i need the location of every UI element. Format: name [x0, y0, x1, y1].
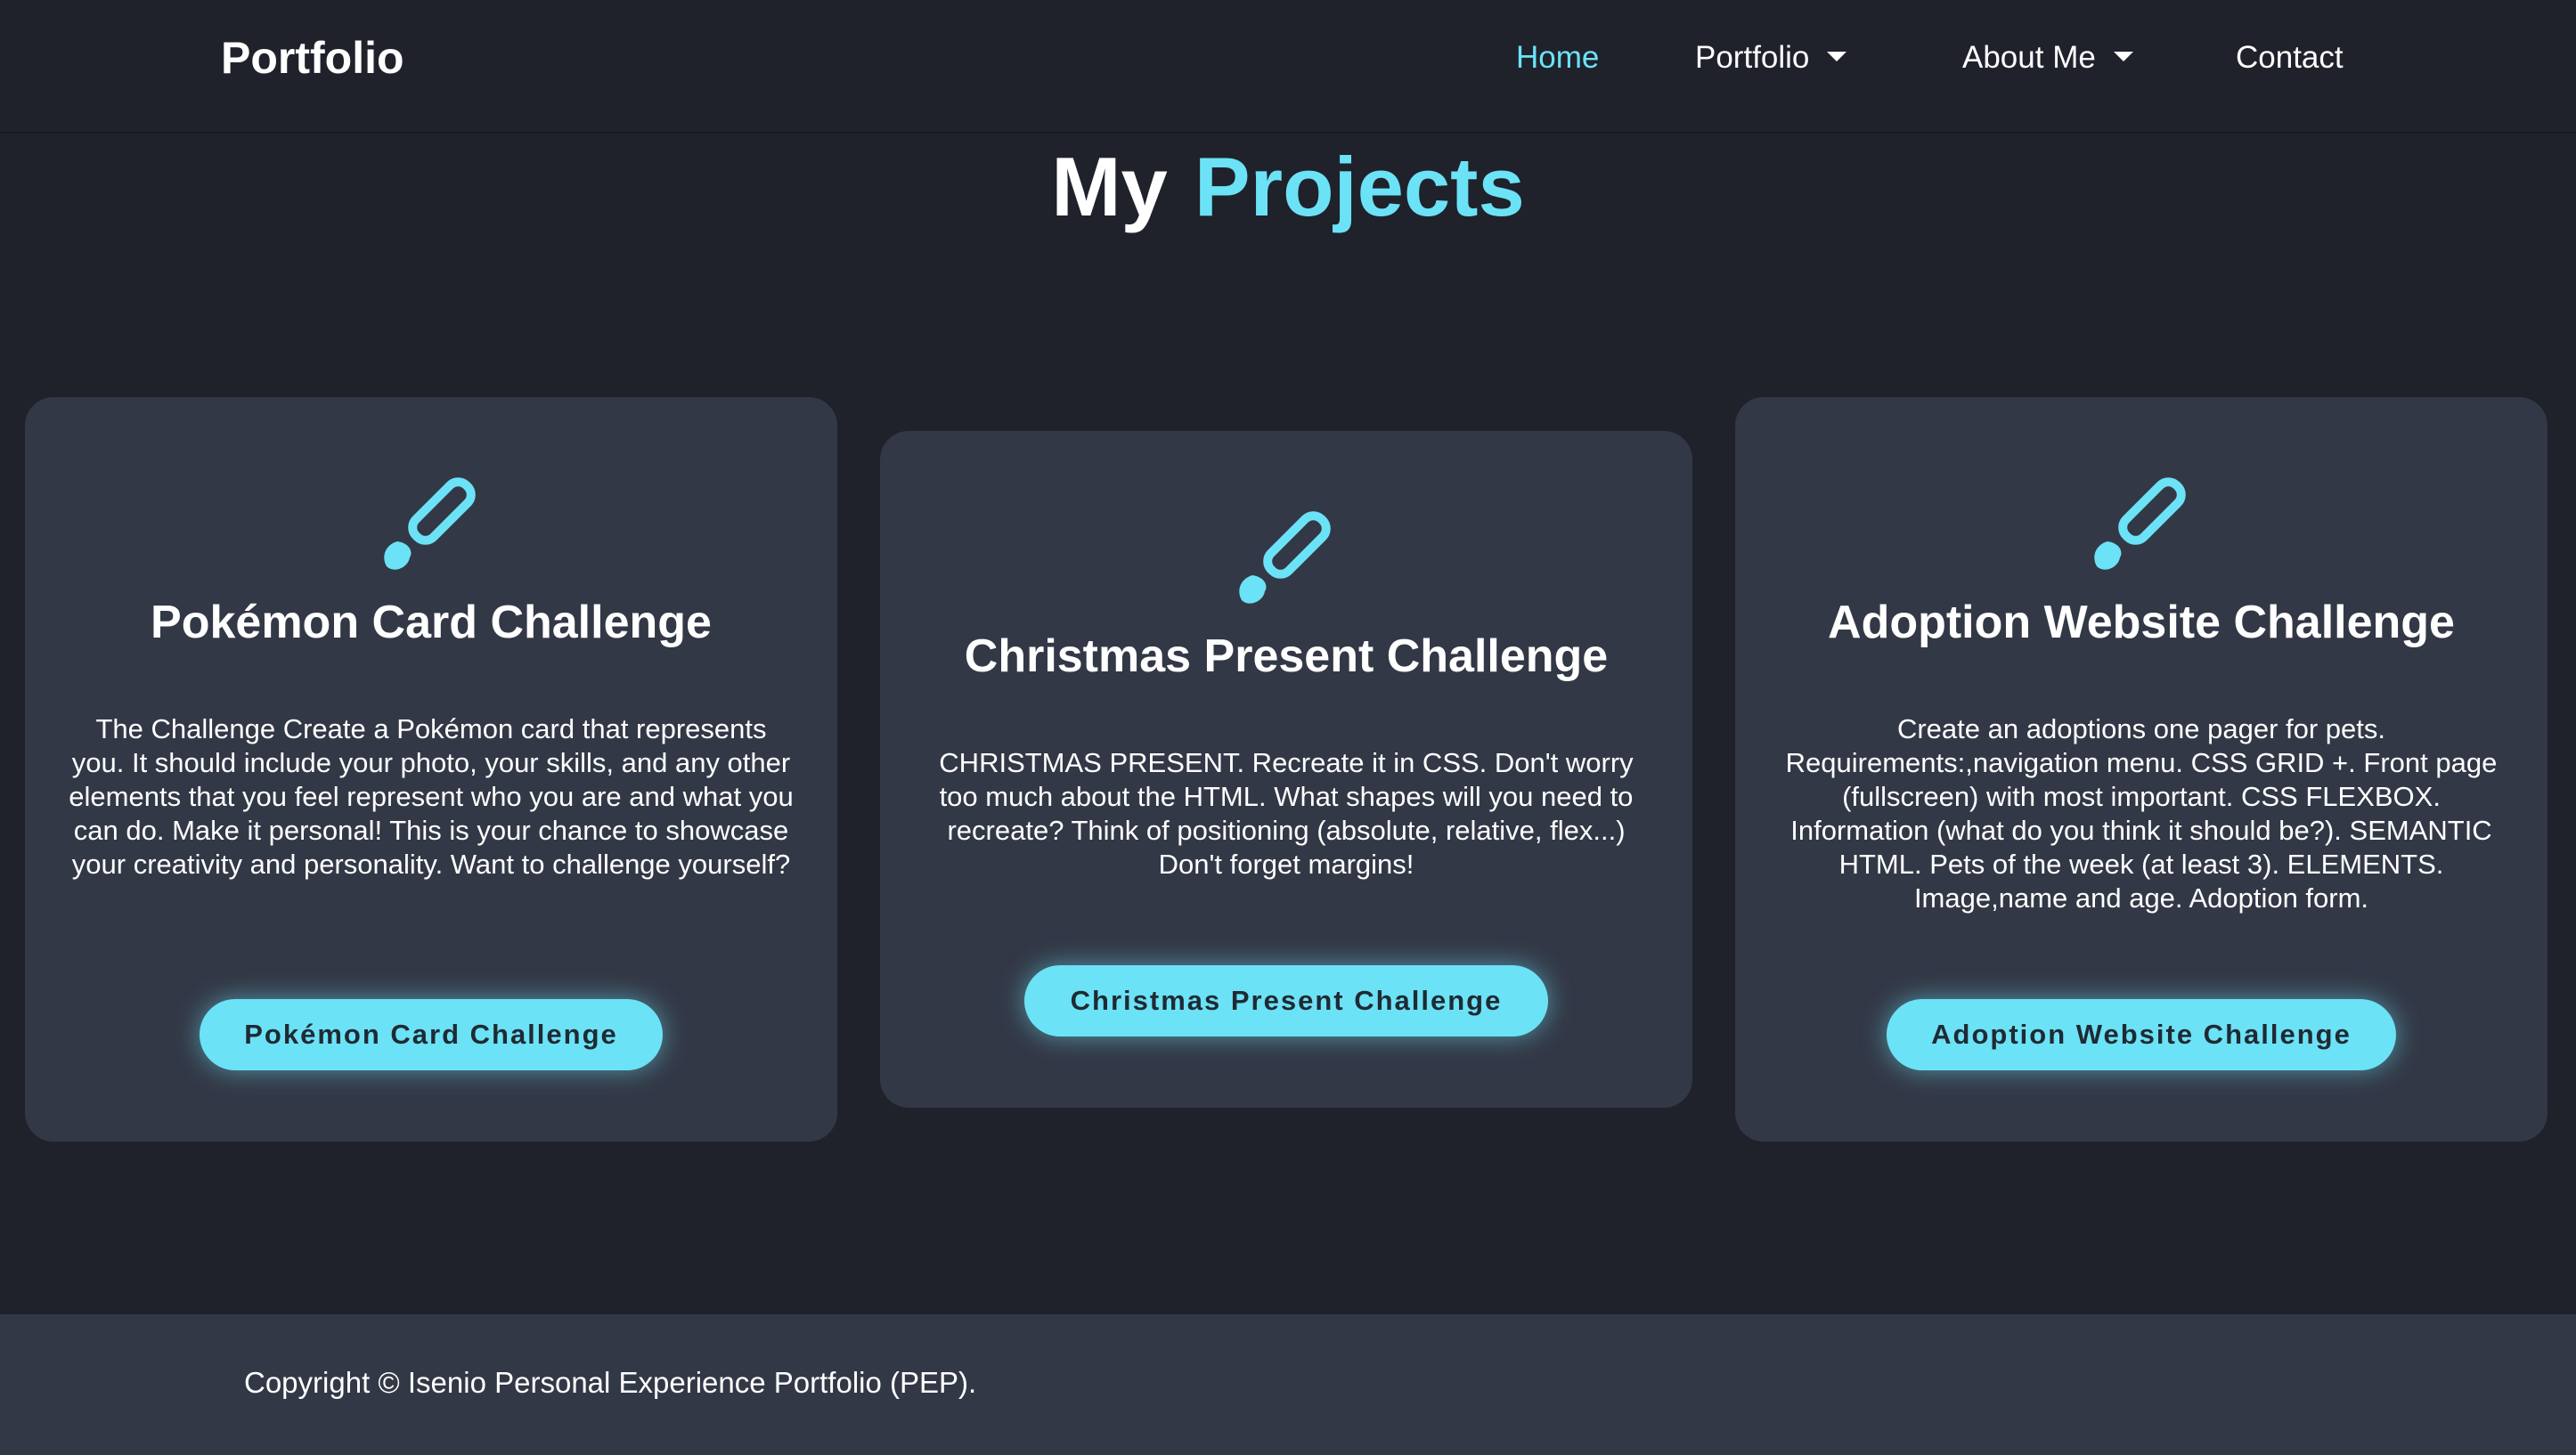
nav-about-label: About Me — [1962, 40, 2096, 75]
nav-about-dropdown[interactable]: About Me — [1962, 27, 2133, 89]
brand-logo-link[interactable]: Portfolio — [221, 27, 404, 89]
project-card-christmas: Christmas Present Challenge CHRISTMAS PR… — [880, 431, 1692, 1108]
adoption-website-challenge-button[interactable]: Adoption Website Challenge — [1887, 999, 2396, 1070]
nav-portfolio-dropdown[interactable]: Portfolio — [1695, 27, 1847, 89]
paintbrush-icon — [1239, 511, 1331, 604]
card-title: Christmas Present Challenge — [964, 630, 1609, 682]
paintbrush-icon — [2094, 477, 2186, 570]
page-title-word-projects: Projects — [1194, 140, 1525, 233]
copyright-text: Copyright © Isenio Personal Experience P… — [244, 1366, 977, 1399]
project-card-adoption: Adoption Website Challenge Create an ado… — [1735, 397, 2547, 1142]
site-header: Portfolio Home Portfolio About Me Contac… — [0, 0, 2576, 134]
nav-portfolio-label: Portfolio — [1695, 40, 1810, 75]
site-footer: Copyright © Isenio Personal Experience P… — [0, 1314, 2576, 1455]
nav-contact-link[interactable]: Contact — [2236, 27, 2344, 89]
christmas-present-challenge-button[interactable]: Christmas Present Challenge — [1024, 965, 1548, 1036]
caret-down-icon — [1827, 52, 1847, 62]
card-title: Adoption Website Challenge — [1828, 597, 2455, 648]
card-title: Pokémon Card Challenge — [151, 597, 712, 648]
project-card-pokemon: Pokémon Card Challenge The Challenge Cre… — [25, 397, 837, 1142]
card-description: CHRISTMAS PRESENT. Recreate it in CSS. D… — [939, 747, 1634, 880]
pokemon-card-challenge-button[interactable]: Pokémon Card Challenge — [200, 999, 663, 1070]
card-description: The Challenge Create a Pokémon card that… — [69, 713, 794, 880]
caret-down-icon — [2113, 52, 2133, 62]
nav-home-link[interactable]: Home — [1516, 27, 1599, 89]
page-title-word-my: My — [1051, 140, 1168, 233]
card-description: Create an adoptions one pager for pets. … — [1785, 713, 2498, 914]
page-title: My Projects — [0, 135, 2576, 242]
paintbrush-icon — [384, 477, 476, 570]
